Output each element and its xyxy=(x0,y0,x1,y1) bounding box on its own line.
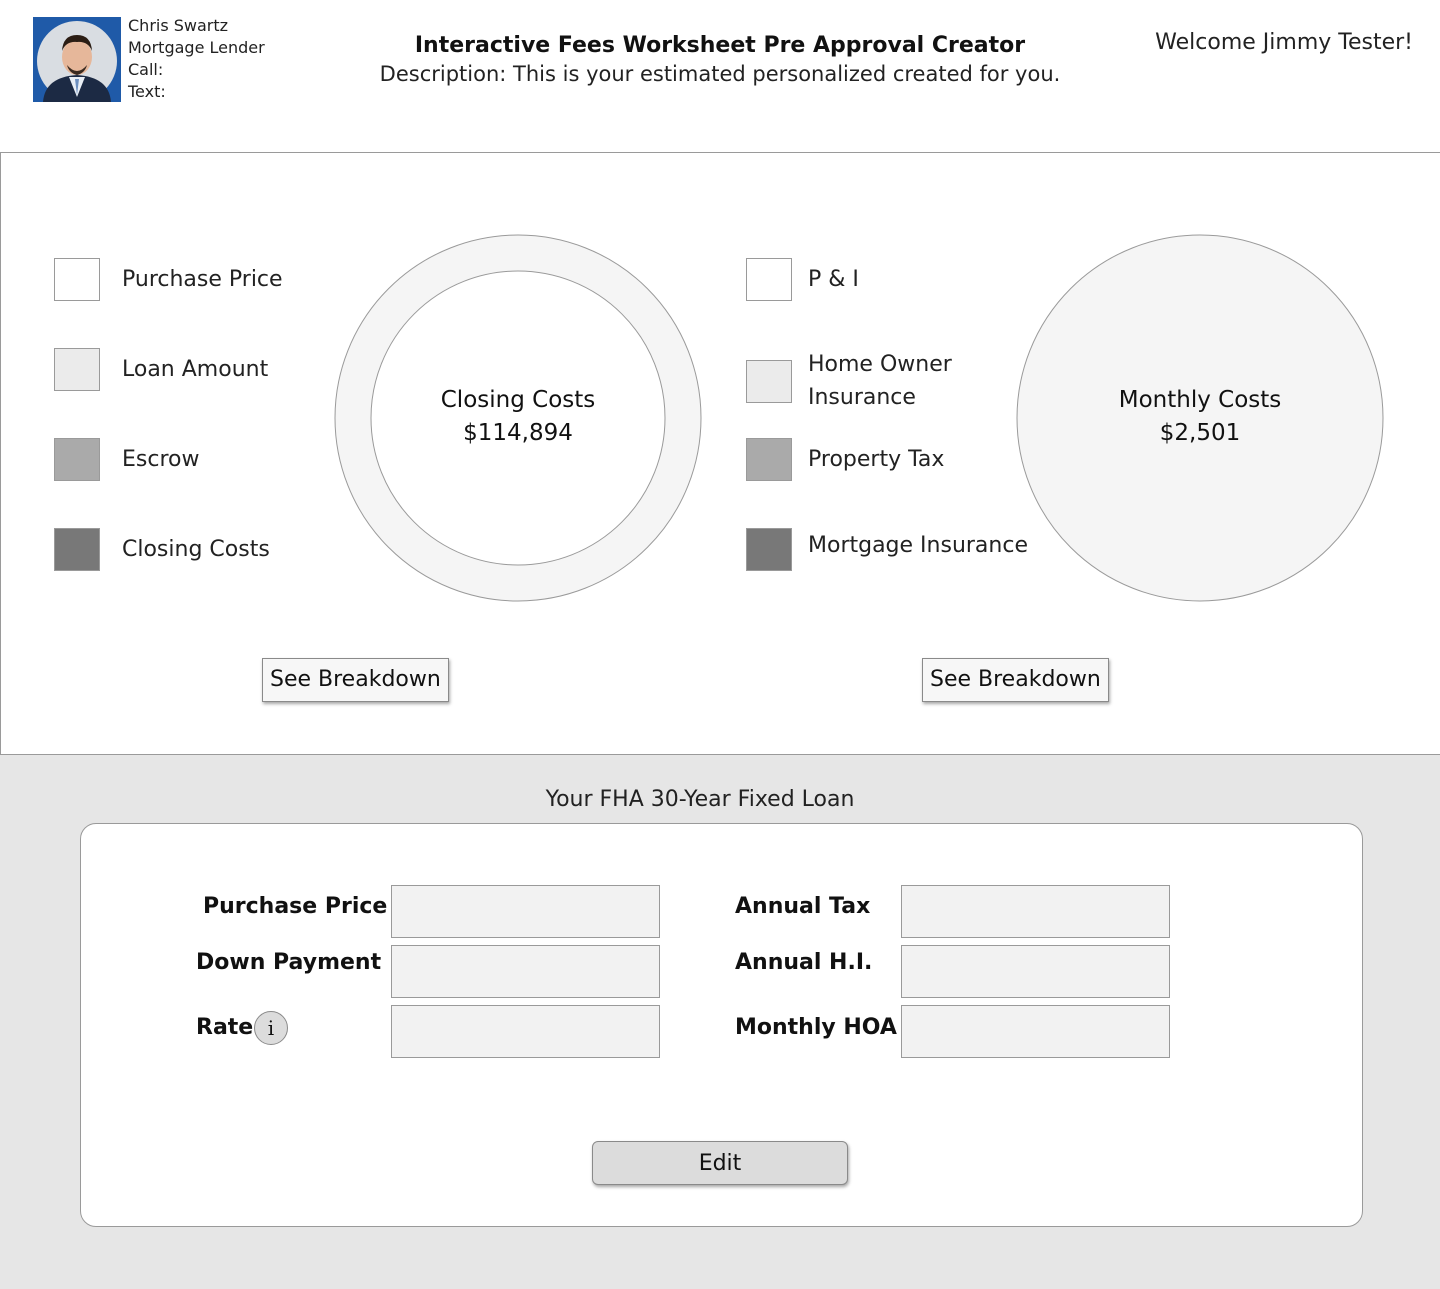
legend-label: Loan Amount xyxy=(122,357,269,382)
monthly-costs-center: Monthly Costs $2,501 xyxy=(1050,384,1350,450)
legend-item-escrow[interactable]: Escrow xyxy=(54,438,199,481)
legend-label: Mortgage Insurance xyxy=(808,533,1028,558)
legend-label: Closing Costs xyxy=(122,537,270,562)
legend-label: Purchase Price xyxy=(122,267,283,292)
page-description: Description: This is your estimated pers… xyxy=(379,62,1061,86)
closing-see-breakdown-button[interactable]: See Breakdown xyxy=(262,658,449,702)
legend-label: Home Owner Insurance xyxy=(808,352,952,410)
legend-item-property-tax[interactable]: Property Tax xyxy=(746,438,998,481)
info-icon[interactable]: i xyxy=(254,1011,288,1045)
down-payment-label: Down Payment xyxy=(196,950,382,975)
monthly-hoa-input[interactable] xyxy=(901,1005,1170,1058)
loan-card: Purchase Price Down Payment Rate i Annua… xyxy=(80,823,1363,1227)
welcome-message: Welcome Jimmy Tester! xyxy=(1155,30,1413,55)
legend-item-mortgage-insurance[interactable]: Mortgage Insurance xyxy=(746,528,1048,571)
legend-label: Escrow xyxy=(122,447,200,472)
monthly-costs-center-label: Monthly Costs xyxy=(1118,387,1282,413)
loan-section: Your FHA 30-Year Fixed Loan Purchase Pri… xyxy=(0,755,1440,1289)
loan-title: Your FHA 30-Year Fixed Loan xyxy=(545,787,855,812)
lender-info: Chris Swartz Mortgage Lender Call: Text: xyxy=(128,15,265,103)
legend-item-closing-costs[interactable]: Closing Costs xyxy=(54,528,270,571)
down-payment-input[interactable] xyxy=(391,945,660,998)
legend-swatch[interactable] xyxy=(746,528,792,571)
legend-item-p-and-i[interactable]: P & I xyxy=(746,258,998,301)
legend-swatch[interactable] xyxy=(54,438,100,481)
rate-input[interactable] xyxy=(391,1005,660,1058)
legend-item-home-owner-insurance[interactable]: Home Owner Insurance xyxy=(746,348,968,414)
legend-swatch[interactable] xyxy=(746,359,792,403)
charts-panel: Purchase Price Loan Amount Escrow Closin… xyxy=(0,152,1440,755)
legend-swatch[interactable] xyxy=(746,438,792,481)
legend-swatch[interactable] xyxy=(54,348,100,391)
legend-swatch[interactable] xyxy=(746,258,792,301)
legend-label: P & I xyxy=(808,267,859,292)
purchase-price-input[interactable] xyxy=(391,885,660,938)
lender-call: Call: xyxy=(128,60,164,79)
title-block: Interactive Fees Worksheet Pre Approval … xyxy=(340,32,1100,88)
closing-costs-center-label: Closing Costs xyxy=(440,387,596,413)
monthly-hoa-label: Monthly HOA xyxy=(735,1015,897,1040)
legend-label: Property Tax xyxy=(808,447,945,472)
annual-tax-input[interactable] xyxy=(901,885,1170,938)
closing-costs-center-value: $114,894 xyxy=(463,420,573,446)
edit-button[interactable]: Edit xyxy=(592,1141,848,1185)
lender-name: Chris Swartz xyxy=(128,16,229,35)
page-header: Chris Swartz Mortgage Lender Call: Text:… xyxy=(0,0,1440,153)
monthly-costs-center-value: $2,501 xyxy=(1159,420,1241,446)
legend-swatch[interactable] xyxy=(54,258,100,301)
annual-hi-input[interactable] xyxy=(901,945,1170,998)
annual-hi-label: Annual H.I. xyxy=(735,950,873,975)
lender-avatar xyxy=(33,17,121,102)
annual-tax-label: Annual Tax xyxy=(735,894,871,919)
rate-label: Rate xyxy=(196,1015,254,1040)
purchase-price-label: Purchase Price xyxy=(203,894,388,919)
legend-item-purchase-price[interactable]: Purchase Price xyxy=(54,258,283,301)
lender-text: Text: xyxy=(128,82,166,101)
legend-swatch[interactable] xyxy=(54,528,100,571)
monthly-see-breakdown-button[interactable]: See Breakdown xyxy=(922,658,1109,702)
closing-costs-center: Closing Costs $114,894 xyxy=(368,384,668,450)
page-title: Interactive Fees Worksheet Pre Approval … xyxy=(414,33,1026,58)
legend-item-loan-amount[interactable]: Loan Amount xyxy=(54,348,268,391)
lender-role: Mortgage Lender xyxy=(128,38,265,57)
